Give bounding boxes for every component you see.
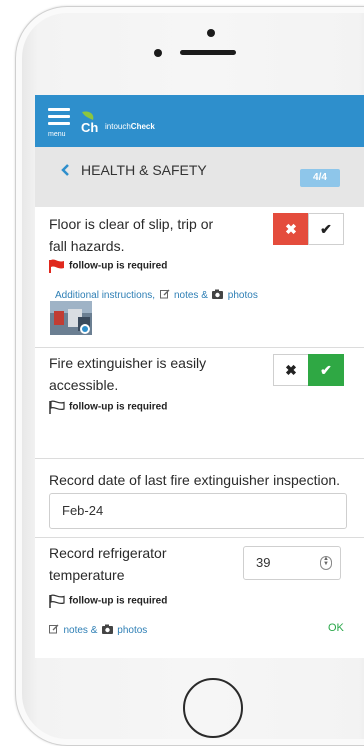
photos-link[interactable]: photos [228,290,258,301]
app-header: menu Ch intouchCheck [35,95,364,147]
edit-note-icon [49,624,59,634]
question-line: Record refrigerator [49,545,167,561]
fail-toggle-button[interactable]: ✖ [273,354,309,386]
svg-text:Ch: Ch [81,120,98,134]
followup-flag[interactable]: follow-up is required [49,594,167,608]
home-button[interactable] [183,678,243,738]
question-line: Floor is clear of slip, trip or [49,216,214,232]
camera-icon [212,289,224,299]
flag-outline-icon [49,594,65,608]
pass-toggle-button[interactable]: ✔ [308,354,344,386]
edit-note-icon [159,289,169,299]
photos-link[interactable]: photos [117,625,147,636]
followup-label: follow-up is required [69,401,168,413]
front-camera [154,49,162,57]
additional-instructions-link[interactable]: Additional instructions, [55,290,155,301]
status-ok-label: OK [328,622,344,634]
photo-thumbnail[interactable] [50,301,92,335]
attachments-links: notes & photos [49,620,147,638]
hamburger-icon-bar [48,122,70,125]
brand-bold: Check [130,122,155,131]
chevron-left-icon[interactable] [59,163,73,177]
followup-flag[interactable]: follow-up is required [49,400,167,414]
flag-filled-icon [49,259,64,273]
section-title: HEALTH & SAFETY [81,162,207,178]
question-text: Record refrigerator temperature [49,542,167,586]
checklist-item-extinguisher: Fire extinguisher is easily accessible. … [35,348,364,459]
temperature-value: 39 [256,555,271,570]
followup-label: follow-up is required [69,260,168,272]
flag-outline-icon [49,400,65,414]
question-line: Fire extinguisher is easily [49,355,207,371]
temperature-input[interactable]: 39 ▲ ▼ [243,546,341,580]
question-line: fall hazards. [49,238,125,254]
hamburger-icon-bar [48,115,70,118]
question-line: temperature [49,567,125,583]
earpiece-speaker [180,50,236,55]
notes-link[interactable]: notes & [174,290,208,301]
stepper-arrows-icon[interactable]: ▲ ▼ [320,556,332,570]
question-line: accessible. [49,377,119,393]
checklist-item-floor: Floor is clear of slip, trip or fall haz… [35,207,364,348]
app-screen: menu Ch intouchCheck HEALTH & SAFETY 4/4… [35,95,364,658]
menu-label: menu [48,131,66,138]
page-indicator-badge: 4/4 [300,169,340,187]
pass-toggle-button[interactable]: ✔ [308,213,344,245]
followup-flag[interactable]: follow-up is required [49,259,167,273]
question-text: Fire extinguisher is easily accessible. [49,352,206,396]
brand-name: intouchCheck [105,122,155,131]
menu-button[interactable]: menu [48,108,72,142]
question-text: Floor is clear of slip, trip or fall haz… [49,213,213,257]
brand-plain: intouch [105,122,131,131]
inspection-date-input[interactable]: Feb-24 [49,493,347,529]
checklist-item-refrigerator: Record refrigerator temperature 39 ▲ ▼ fo… [35,538,364,658]
hamburger-icon [48,108,70,111]
question-text: Record date of last fire extinguisher in… [49,472,341,488]
ch-logo-icon: Ch [81,111,98,134]
notes-link[interactable]: notes & [63,625,97,636]
proximity-sensor [207,29,215,37]
fail-toggle-button[interactable]: ✖ [273,213,309,245]
camera-icon [101,624,113,634]
followup-label: follow-up is required [69,595,168,607]
checklist-item-inspection-date: Record date of last fire extinguisher in… [35,459,364,538]
